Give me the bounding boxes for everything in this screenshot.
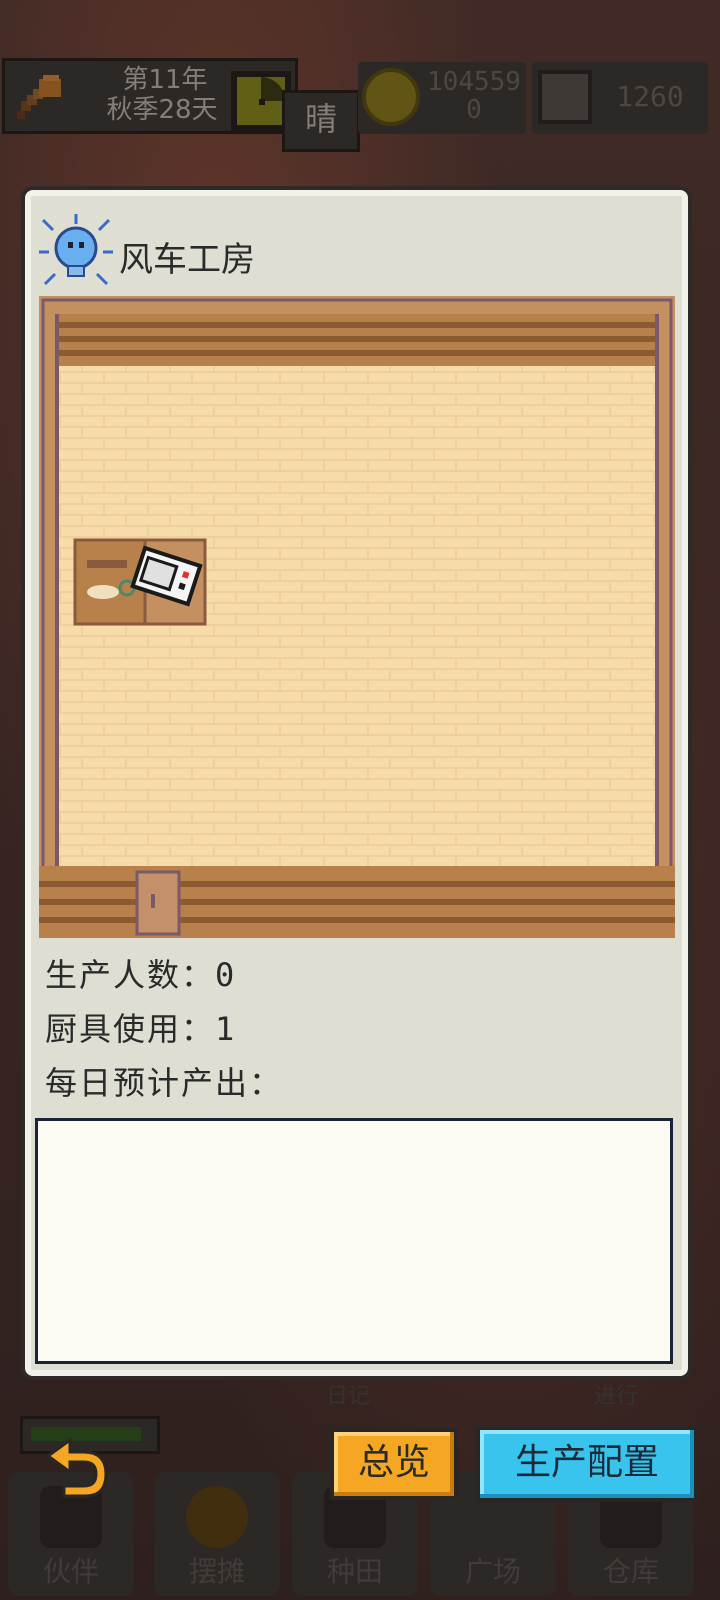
production-config-button[interactable]: 生产配置 bbox=[476, 1426, 698, 1502]
cookware-used: 厨具使用：1 bbox=[45, 1010, 237, 1048]
daily-output-list bbox=[35, 1118, 673, 1364]
workers-count: 生产人数：0 bbox=[45, 956, 237, 994]
workshop-dialog: 风车工房 生产人数：0 厨具使用：1 每日预计产出： bbox=[25, 190, 688, 1376]
overview-button[interactable]: 总览 bbox=[330, 1428, 458, 1500]
back-arrow-icon[interactable] bbox=[40, 1432, 110, 1502]
lightbulb-icon bbox=[39, 214, 113, 286]
dialog-title: 风车工房 bbox=[119, 240, 255, 280]
workshop-room-view bbox=[39, 296, 675, 938]
production-stats: 生产人数：0 厨具使用：1 每日预计产出： bbox=[45, 948, 665, 1110]
daily-output-label: 每日预计产出： bbox=[45, 1064, 284, 1102]
